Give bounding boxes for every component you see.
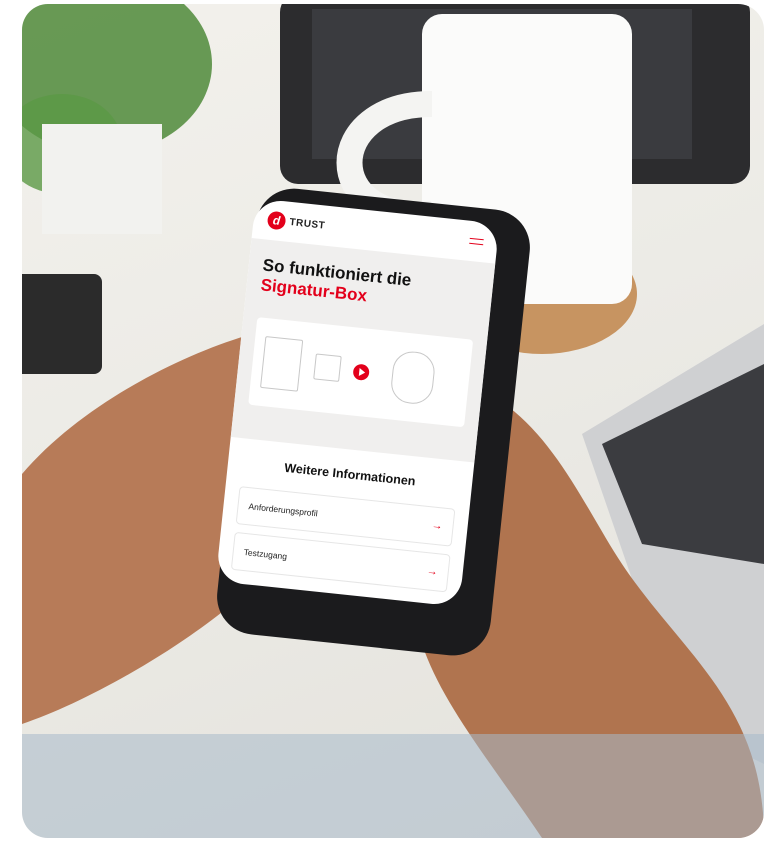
logo[interactable]: d TRUST — [266, 210, 326, 235]
info-section: Weitere Informationen Anforderungsprofil… — [217, 437, 474, 594]
video-thumbnail[interactable] — [248, 317, 474, 428]
hero-section: So funktioniert die Signatur-Box — [230, 238, 496, 463]
arrow-right-icon: → — [430, 519, 444, 533]
menu-icon[interactable] — [469, 236, 484, 247]
sketch-box — [260, 336, 304, 392]
play-icon[interactable] — [351, 363, 370, 382]
sketch-box — [389, 349, 437, 406]
logo-text: TRUST — [288, 216, 326, 232]
link-label: Anforderungsprofil — [248, 501, 319, 519]
phone-screen: d TRUST So funktioniert die Signatur-Box… — [215, 198, 500, 607]
sleeve-shape — [22, 734, 764, 838]
arrow-right-icon: → — [426, 565, 439, 579]
link-label: Testzugang — [243, 546, 288, 562]
logo-mark-icon: d — [266, 210, 287, 231]
notebook-shape — [22, 274, 102, 374]
hero-title: So funktioniert die Signatur-Box — [260, 255, 480, 318]
sketch-box — [313, 353, 342, 383]
info-heading: Weitere Informationen — [283, 460, 417, 489]
